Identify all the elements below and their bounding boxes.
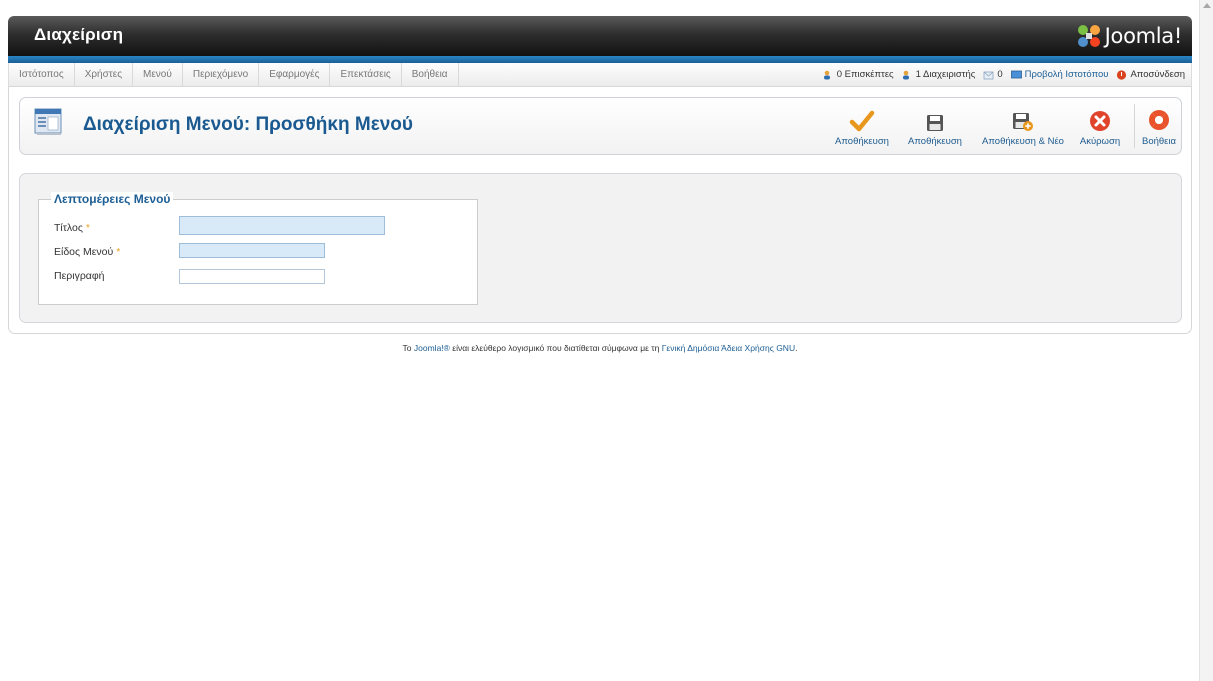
menu-item-help[interactable]: Βοήθεια	[402, 63, 459, 86]
menutype-label-text: Είδος Μενού	[54, 246, 114, 258]
footer: Το Joomla!® είναι ελεύθερο λογισμικό που…	[0, 343, 1200, 353]
toolbar: Διαχείριση Μενού: Προσθήκη Μενού Αποθήκε…	[19, 97, 1182, 155]
menutype-input[interactable]	[179, 243, 325, 258]
description-label: Περιγραφή	[54, 270, 105, 282]
menu-manager-icon	[34, 108, 62, 135]
gnu-license-link[interactable]: Γενική Δημόσια Άδεια Χρήσης GNU	[662, 343, 795, 353]
menu-details-fieldset: Λεπτομέρειες Μενού Τίτλος * Είδος Μενού …	[38, 192, 478, 305]
header-accent-bar	[8, 56, 1192, 63]
visitors-status: 0 Επισκέπτες	[823, 69, 894, 80]
save-label: Αποθήκευση	[908, 136, 962, 147]
view-site-label[interactable]: Προβολή Ιστοτόπου	[1025, 69, 1109, 80]
logout-link[interactable]: Αποσύνδεση	[1116, 69, 1185, 80]
save-new-button[interactable]: Αποθήκευση & Νέο	[975, 106, 1071, 147]
title-input[interactable]	[179, 216, 385, 235]
footer-middle: είναι ελεύθερο λογισμικό που διατίθεται …	[452, 343, 660, 353]
footer-prefix: Το	[402, 343, 412, 353]
view-site-link[interactable]: Προβολή Ιστοτόπου	[1010, 69, 1109, 80]
save-button[interactable]: Αποθήκευση	[902, 106, 968, 147]
messages-count: 0	[997, 69, 1003, 80]
logout-label[interactable]: Αποσύνδεση	[1130, 69, 1185, 80]
title-label: Τίτλος *	[54, 222, 90, 234]
admin-header: Διαχείριση Joomla!	[8, 16, 1192, 56]
logo-text: Joomla!	[1104, 24, 1183, 48]
help-button[interactable]: Βοήθεια	[1138, 106, 1180, 147]
joomla-logo: Joomla!	[1076, 22, 1182, 50]
footer-suffix: .	[795, 343, 798, 353]
checkmark-icon	[849, 110, 875, 132]
floppy-disk-icon	[927, 115, 943, 131]
floppy-disk-plus-icon	[1013, 113, 1033, 131]
admins-status: 1 Διαχειριστής	[902, 69, 976, 80]
save-new-label: Αποθήκευση & Νέο	[982, 136, 1064, 147]
fieldset-legend: Λεπτομέρειες Μενού	[51, 192, 174, 206]
help-label: Βοήθεια	[1141, 136, 1177, 147]
menu-item-menus[interactable]: Μενού	[133, 63, 183, 86]
visitors-count: 0 Επισκέπτες	[836, 69, 894, 80]
save-close-label: Αποθήκευση	[835, 136, 889, 147]
menu-item-users[interactable]: Χρήστες	[75, 63, 134, 86]
admins-count: 1 Διαχειριστής	[915, 69, 976, 80]
joomla-logo-icon	[1077, 25, 1100, 47]
envelope-icon	[983, 71, 994, 79]
admin-users-icon	[902, 70, 909, 79]
toolbar-separator	[1134, 104, 1135, 148]
form-container: Λεπτομέρειες Μενού Τίτλος * Είδος Μενού …	[19, 173, 1182, 323]
required-star: *	[85, 222, 90, 234]
description-input[interactable]	[179, 269, 325, 284]
header-title: Διαχείριση	[34, 25, 124, 44]
cancel-button[interactable]: Ακύρωση	[1075, 106, 1125, 147]
menu-item-content[interactable]: Περιεχόμενο	[183, 63, 260, 86]
page-title: Διαχείριση Μενού: Προσθήκη Μενού	[83, 114, 413, 135]
lifebuoy-icon	[1149, 110, 1169, 130]
logout-icon	[1117, 69, 1127, 80]
scroll-up-arrow-icon[interactable]	[1203, 3, 1211, 8]
menutype-label: Είδος Μενού *	[54, 246, 120, 258]
status-bar: 0 Επισκέπτες 1 Διαχειριστής 0 Προβολή Ισ…	[823, 63, 1185, 86]
required-star: *	[116, 246, 121, 258]
cancel-label: Ακύρωση	[1079, 136, 1121, 147]
save-close-button[interactable]: Αποθήκευση	[832, 106, 892, 147]
users-icon	[823, 70, 830, 79]
monitor-icon	[1010, 70, 1022, 78]
menu-item-components[interactable]: Εφαρμογές	[259, 63, 331, 86]
cancel-x-icon	[1090, 111, 1110, 131]
vertical-scrollbar[interactable]	[1199, 0, 1213, 681]
title-label-text: Τίτλος	[54, 222, 83, 234]
main-menu-bar: Ιστότοπος Χρήστες Μενού Περιεχόμενο Εφαρ…	[8, 63, 1192, 87]
joomla-link[interactable]: Joomla!®	[414, 343, 450, 353]
menu-item-site[interactable]: Ιστότοπος	[9, 63, 75, 86]
messages-status[interactable]: 0	[983, 69, 1003, 80]
menu-item-extensions[interactable]: Επεκτάσεις	[330, 63, 402, 86]
